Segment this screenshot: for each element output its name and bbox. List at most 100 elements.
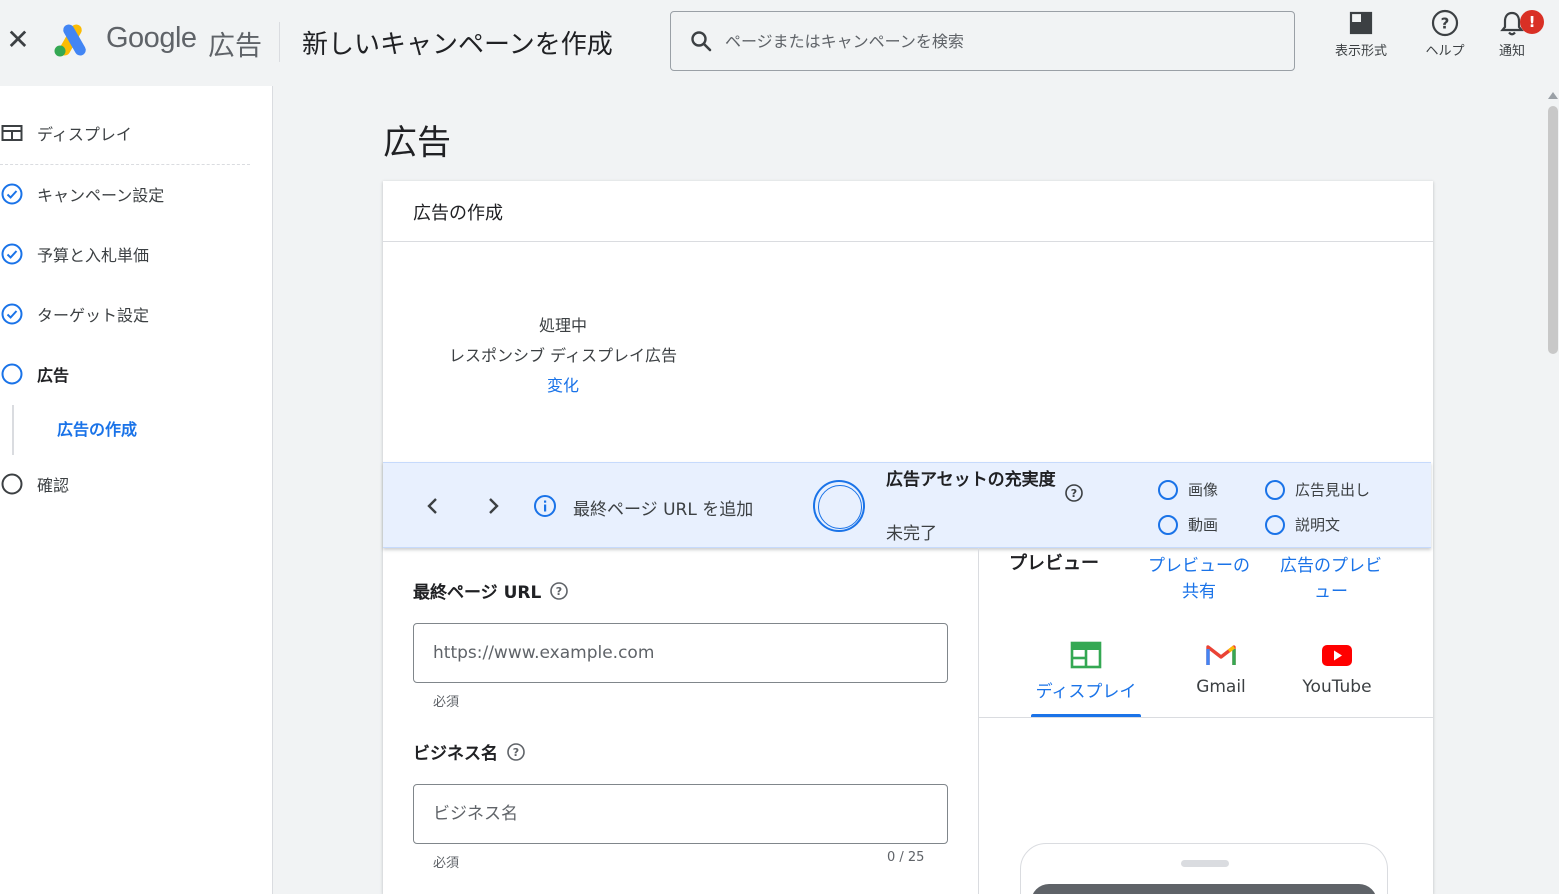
sidebar-item-campaign-settings[interactable]: キャンペーン設定 [0,179,260,209]
sidebar-item-targeting[interactable]: ターゲット設定 [0,299,260,329]
ad-strength-status: 未完了 [886,524,937,544]
help-icon[interactable]: ? [506,742,526,762]
phone-mockup [1020,843,1388,894]
search-icon [691,31,712,52]
search-box[interactable] [670,11,1295,71]
help-icon[interactable]: ? [1064,483,1084,503]
info-icon [534,495,556,517]
processing-block: 処理中 レスポンシブ ディスプレイ広告 変化 [383,311,743,401]
ad-preview-link[interactable]: 広告のプレビュー [1275,553,1387,605]
appearance-button[interactable]: 表示形式 [1325,8,1397,59]
top-bar: ✕ Google 広告 新しいキャンペーンを作成 表示形式 ? ヘルプ [0,0,1559,86]
help-icon[interactable]: ? [549,581,569,601]
preview-divider [978,548,979,894]
sub-item-indicator [12,405,14,455]
circle-icon [1265,479,1285,500]
ad-strength-title: 広告アセットの充実度 [886,470,1056,490]
chevron-left-icon[interactable] [418,491,448,521]
tab-youtube[interactable]: YouTube [1277,641,1397,697]
phone-notch [1181,860,1229,867]
ad-strength-ring [813,480,865,532]
sidebar-divider [0,164,250,165]
step-hint: 最終ページ URL を追加 [573,500,754,520]
ad-creation-card: 広告の作成 処理中 レスポンシブ ディスプレイ広告 変化 最終ページ URL を… [383,181,1433,894]
tab-gmail[interactable]: Gmail [1161,641,1281,697]
tab-label: YouTube [1302,677,1372,697]
help-icon: ? [1431,9,1459,37]
notifications-label: 通知 [1498,44,1525,59]
tabs-divider [979,717,1433,718]
svg-text:?: ? [1441,15,1450,33]
page-title: 新しいキャンペーンを作成 [302,30,613,60]
sidebar-item-label: 広告 [37,366,70,385]
checklist-images: 画像 [1158,479,1218,500]
checklist-videos: 動画 [1158,514,1218,535]
sidebar-item-review[interactable]: 確認 [0,469,260,499]
sidebar: ディスプレイ キャンペーン設定 予算と入札単価 ターゲット設定 広告 広告の作成 [0,86,273,894]
sidebar-item-label: ターゲット設定 [37,306,150,325]
sidebar-item-ads[interactable]: 広告 [0,359,260,389]
tab-label: Gmail [1196,677,1246,697]
svg-text:?: ? [1071,487,1077,500]
final-url-label: 最終ページ URL ? [413,578,569,603]
phone-screen [1031,884,1377,894]
card-divider [383,241,1433,242]
checklist-headlines: 広告見出し [1265,479,1370,500]
ad-strength-bar: 最終ページ URL を追加 広告アセットの充実度 未完了 ? 画像 動画 広告見… [383,462,1431,548]
business-name-label: ビジネス名 ? [413,739,526,764]
help-button[interactable]: ? ヘルプ [1409,8,1481,59]
business-name-helper: 必須 [433,856,460,871]
tab-label: ディスプレイ [1035,682,1137,702]
scroll-thumb[interactable] [1548,106,1558,354]
circle-icon [1265,514,1285,535]
final-url-input[interactable] [433,624,928,682]
sidebar-item-label: 予算と入札単価 [37,246,150,265]
display-tab-icon [1070,641,1102,669]
chevron-right-icon[interactable] [478,491,508,521]
checklist-label: 広告見出し [1295,481,1371,499]
header-divider [279,22,280,62]
processing-status: 処理中 [538,316,587,335]
card-title: 広告の作成 [413,203,503,224]
sidebar-item-display[interactable]: ディスプレイ [0,118,260,148]
sidebar-item-label: キャンペーン設定 [37,186,165,205]
sidebar-item-label: 確認 [37,476,70,495]
brand-sub: 広告 [208,31,262,62]
checklist-descriptions: 説明文 [1265,514,1340,535]
business-name-counter: 0 / 25 [887,850,925,865]
ad-type: レスポンシブ ディスプレイ広告 [449,346,677,365]
change-link[interactable]: 変化 [383,371,743,401]
tab-display[interactable]: ディスプレイ [1026,641,1146,702]
final-url-helper: 必須 [433,695,460,710]
share-preview-link[interactable]: プレビューの共有 [1143,553,1255,605]
check-circle-icon [1,303,23,325]
youtube-icon [1322,645,1352,666]
checklist-label: 説明文 [1295,516,1341,534]
checklist-label: 動画 [1188,516,1219,534]
circle-icon [1158,479,1178,500]
check-circle-icon [1,183,23,205]
page-scrollbar[interactable] [1547,86,1559,894]
search-input[interactable] [725,12,1285,70]
scroll-up-arrow[interactable] [1548,92,1558,99]
sidebar-subitem-create-ad[interactable]: 広告の作成 [57,416,137,440]
final-url-field[interactable] [413,623,948,683]
appearance-icon [1349,11,1373,35]
business-name-field[interactable] [413,784,948,844]
brand-name: Google [106,22,197,54]
sidebar-item-budget[interactable]: 予算と入札単価 [0,239,260,269]
circle-active-icon [1,363,23,385]
circle-icon [1158,514,1178,535]
final-url-label-text: 最終ページ URL [413,583,542,603]
close-icon[interactable]: ✕ [4,26,32,54]
help-label: ヘルプ [1425,44,1465,59]
display-icon [1,125,23,141]
main-heading: 広告 [383,123,451,163]
check-circle-icon [1,243,23,265]
business-name-input[interactable] [433,785,928,843]
gmail-icon [1206,645,1236,665]
notifications-button[interactable]: 通知 ! [1476,8,1548,59]
notification-badge: ! [1520,10,1544,34]
preview-title: プレビュー [1009,553,1099,574]
svg-text:?: ? [513,746,519,759]
